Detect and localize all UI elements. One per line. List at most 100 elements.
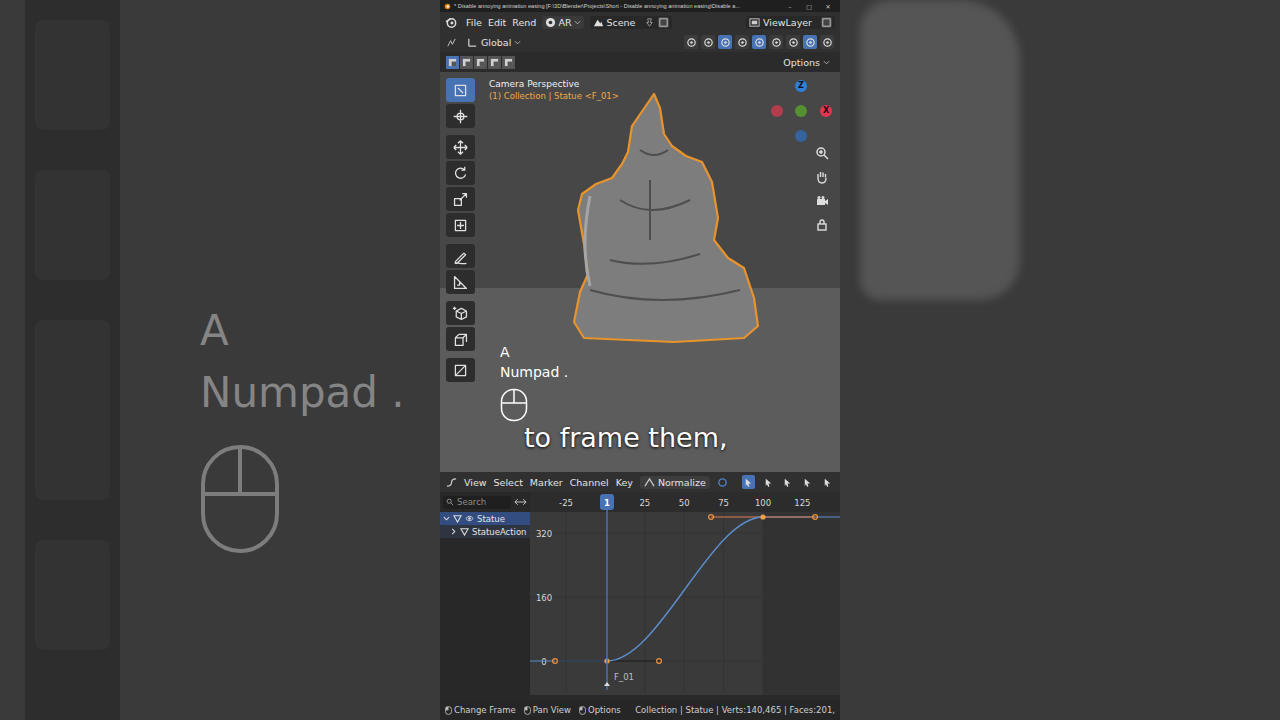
tool-button[interactable] [446, 213, 475, 237]
search-field[interactable]: Search [443, 496, 511, 509]
caret-icon [574, 19, 581, 26]
auto-normalize-icon[interactable] [717, 477, 728, 488]
tool-button[interactable] [446, 244, 475, 268]
tool-button[interactable] [446, 301, 475, 325]
tool-button[interactable] [446, 327, 475, 351]
header-toggle[interactable] [781, 475, 794, 489]
tool-button[interactable] [446, 161, 475, 185]
keyframe-point[interactable] [760, 514, 765, 519]
graph-area[interactable]: -2525507510012532016001F_01 [530, 492, 840, 700]
orientation-dropdown[interactable]: Global [463, 36, 525, 49]
header-toggle[interactable] [762, 475, 775, 489]
hand-icon[interactable] [815, 170, 829, 184]
menu-item[interactable]: Rend [512, 17, 536, 28]
pin-icon [644, 17, 655, 28]
new-layer-icon[interactable] [821, 17, 832, 28]
header-toggle[interactable] [718, 35, 732, 49]
gizmo-axis[interactable]: X [820, 105, 832, 117]
toggle-icon [805, 37, 816, 48]
menu-item[interactable]: File [466, 17, 482, 28]
window-control-button[interactable]: ✕ [820, 3, 836, 10]
gizmo-axis[interactable] [771, 105, 783, 117]
select-mode-button[interactable] [446, 56, 459, 69]
window-control-button[interactable]: □ [801, 3, 817, 10]
workspace-dropdown[interactable]: AR [542, 16, 583, 29]
tool-button[interactable] [446, 78, 475, 102]
select-mode-button[interactable] [502, 56, 515, 69]
viewport-info: Camera Perspective(1) Collection | Statu… [489, 79, 619, 101]
header-toggle[interactable] [821, 475, 834, 489]
select-mode-button[interactable] [488, 56, 501, 69]
header-toggle[interactable] [735, 35, 749, 49]
grid-line [530, 661, 840, 662]
statue-model[interactable] [550, 90, 760, 346]
view-layer-selector[interactable]: ViewLayer [746, 16, 835, 29]
expand-icon[interactable] [443, 515, 450, 522]
select-mode-button[interactable] [474, 56, 487, 69]
new-scene-icon[interactable] [658, 17, 669, 28]
handle-point[interactable] [813, 515, 818, 520]
header-toggle[interactable] [803, 35, 817, 49]
zoom-icon[interactable] [815, 146, 829, 160]
header-toggle[interactable] [786, 35, 800, 49]
blender-logo-icon[interactable] [445, 16, 458, 29]
view-context: (1) Collection | Statue <F_01> [489, 91, 619, 101]
3d-viewport[interactable]: Camera Perspective(1) Collection | Statu… [440, 72, 840, 472]
expand-icon[interactable] [450, 528, 457, 535]
f-curve[interactable] [607, 517, 763, 661]
menu-item[interactable]: Select [494, 477, 523, 488]
caret-icon [823, 59, 830, 66]
blender-window: * Disable annoying animation easing [F:\… [440, 0, 840, 720]
tool-button[interactable] [446, 135, 475, 159]
graph-editor-icon[interactable] [446, 477, 457, 488]
select-mode-button[interactable] [460, 56, 473, 69]
handle-point[interactable] [657, 659, 662, 664]
normalize-toggle[interactable]: Normalize [640, 476, 710, 489]
swap-icon[interactable] [514, 497, 527, 507]
playhead-line[interactable] [606, 510, 608, 690]
mouse-button-icon [579, 706, 586, 715]
menu-item[interactable]: View [464, 477, 487, 488]
editor-type-icon[interactable] [446, 37, 457, 48]
options-dropdown[interactable]: Options [779, 56, 834, 69]
channel-row[interactable]: Statue [440, 512, 530, 525]
f-curve-chart[interactable]: -2525507510012532016001F_01 [530, 492, 840, 700]
marker-icon[interactable] [604, 682, 610, 686]
gizmo-axis[interactable] [795, 130, 807, 142]
select-mode-icon [448, 58, 457, 67]
backdrop-key-text: Numpad . [200, 362, 405, 424]
menu-item[interactable]: Marker [530, 477, 563, 488]
tool-button[interactable] [446, 187, 475, 211]
gizmo-axis[interactable] [795, 105, 807, 117]
handle-point[interactable] [553, 659, 558, 664]
tool-button[interactable] [446, 104, 475, 128]
menu-item[interactable]: Edit [488, 17, 506, 28]
eye-icon[interactable] [465, 514, 474, 523]
channel-row[interactable]: StatueAction [440, 525, 530, 538]
header-toggle[interactable] [820, 35, 834, 49]
handle-point[interactable] [709, 515, 714, 520]
lock-icon[interactable] [815, 218, 829, 232]
header-toggle[interactable] [752, 35, 766, 49]
header-toggle[interactable] [742, 475, 755, 489]
header-toggle[interactable] [684, 35, 698, 49]
transform-icon [452, 217, 469, 234]
navigation-gizmo[interactable]: ZX [440, 72, 840, 162]
camera-icon[interactable] [815, 194, 829, 208]
video-frame: to frame them,ANumpad .* Disable annoyin… [0, 0, 1280, 720]
playhead-badge[interactable] [600, 494, 614, 510]
scene-selector[interactable]: Scene [590, 16, 673, 29]
frame-ruler[interactable] [530, 492, 840, 512]
menu-item[interactable]: Channel [570, 477, 609, 488]
tool-button[interactable] [446, 270, 475, 294]
header-toggle[interactable] [701, 35, 715, 49]
header-toggle[interactable] [769, 35, 783, 49]
key-overlay: ANumpad . [500, 342, 568, 422]
tool-button[interactable] [446, 358, 475, 382]
header-toggle[interactable] [801, 475, 814, 489]
out-of-range-area [763, 512, 840, 700]
gizmo-axis[interactable]: Z [795, 80, 807, 92]
backdrop-tool [35, 320, 110, 500]
window-control-button[interactable]: – [782, 3, 798, 10]
menu-item[interactable]: Key [616, 477, 633, 488]
